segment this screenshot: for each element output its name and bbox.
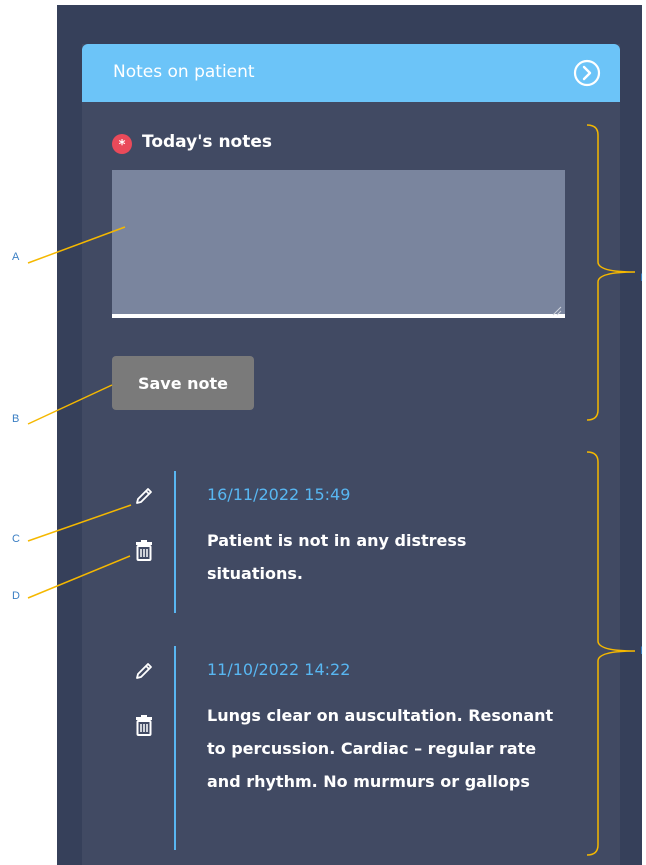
chevron-right-circle-icon[interactable]	[573, 59, 601, 87]
note-date: 11/10/2022 14:22	[207, 660, 351, 679]
panel-header: Notes on patient	[82, 44, 620, 102]
annotation-label-c: C	[12, 533, 20, 545]
annotation-label-e2: I	[640, 645, 644, 657]
annotation-label-a: A	[12, 251, 20, 263]
trash-icon[interactable]	[133, 539, 155, 561]
pencil-icon[interactable]	[133, 660, 155, 682]
panel-title: Notes on patient	[113, 62, 255, 82]
annotation-label-b: B	[12, 413, 20, 425]
asterisk-icon: *	[112, 134, 132, 154]
resize-grip-icon[interactable]	[552, 306, 562, 316]
note-divider	[174, 471, 176, 613]
pencil-icon[interactable]	[133, 485, 155, 507]
svg-text:*: *	[119, 138, 126, 153]
todays-notes-textarea[interactable]	[112, 170, 565, 318]
note-date: 16/11/2022 15:49	[207, 485, 351, 504]
annotation-label-d: D	[12, 590, 20, 602]
note-divider	[174, 646, 176, 850]
notes-panel: Notes on patient * Today's notes Save no…	[82, 44, 620, 865]
trash-icon[interactable]	[133, 714, 155, 736]
note-text: Lungs clear on auscultation. Resonant to…	[207, 706, 554, 791]
note-text: Patient is not in any distress situation…	[207, 531, 467, 583]
save-note-button[interactable]: Save note	[112, 356, 254, 410]
todays-notes-label: Today's notes	[142, 132, 273, 152]
annotation-label-e1: I	[640, 272, 644, 284]
